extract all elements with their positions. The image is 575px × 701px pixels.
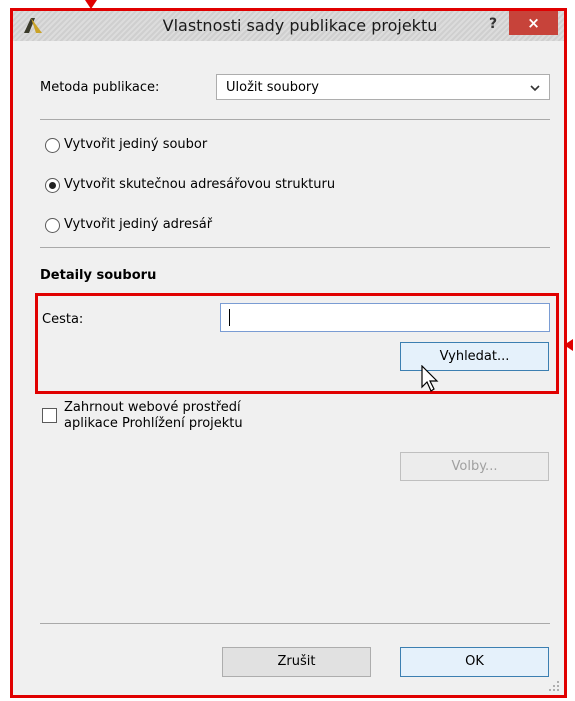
annotation-frame [10,8,567,698]
annotation-top-arrow-icon [85,0,97,9]
